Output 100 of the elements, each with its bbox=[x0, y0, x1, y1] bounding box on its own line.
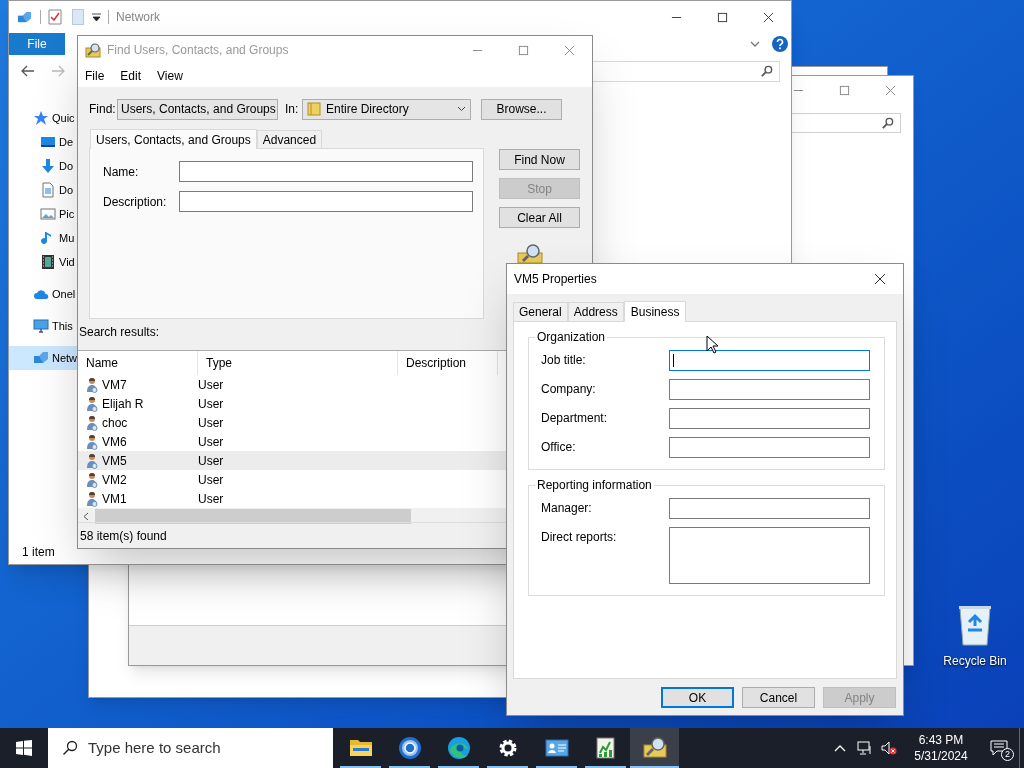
user-icon bbox=[86, 433, 98, 450]
search-folder-icon bbox=[642, 736, 667, 760]
text-field[interactable] bbox=[669, 498, 870, 519]
chevron-down-icon bbox=[457, 106, 466, 112]
column-header[interactable]: Name bbox=[78, 351, 198, 375]
cell-text: User bbox=[198, 376, 225, 394]
close-icon bbox=[884, 84, 896, 96]
windows-logo-icon bbox=[16, 740, 32, 756]
user-icon bbox=[86, 395, 98, 412]
chat-bubble-icon bbox=[990, 740, 1008, 756]
user-icon bbox=[86, 376, 98, 393]
taskbar-button[interactable] bbox=[630, 728, 679, 768]
text-area[interactable] bbox=[669, 527, 870, 584]
back-arrow-icon[interactable] bbox=[21, 65, 35, 77]
dropdown-icon[interactable] bbox=[92, 12, 101, 22]
sidebar-item[interactable]: Mu bbox=[9, 226, 78, 250]
user-icon bbox=[86, 414, 98, 431]
scrollbar-thumb[interactable] bbox=[95, 509, 411, 524]
text-field[interactable] bbox=[669, 379, 870, 400]
sidebar-item[interactable]: Netw bbox=[9, 346, 78, 370]
column-header[interactable]: Type bbox=[198, 351, 398, 375]
menu-item[interactable]: View bbox=[156, 66, 184, 85]
text-field[interactable] bbox=[669, 437, 870, 458]
videos-icon bbox=[40, 254, 56, 270]
browse-button[interactable]: Browse... bbox=[481, 98, 562, 120]
action-button[interactable]: Find Now bbox=[499, 149, 580, 170]
file-tab[interactable]: File bbox=[9, 33, 65, 55]
cell-text: VM2 bbox=[102, 471, 127, 489]
sidebar-item[interactable]: Pic bbox=[9, 202, 78, 226]
dialog-button[interactable]: Cancel bbox=[742, 687, 815, 708]
text-field[interactable] bbox=[669, 350, 870, 371]
close-icon bbox=[563, 44, 575, 56]
properties-icon[interactable] bbox=[48, 9, 62, 25]
find-dropdown[interactable]: Users, Contacts, and Groups bbox=[117, 98, 278, 120]
menu-item[interactable]: Edit bbox=[119, 66, 143, 85]
dialog-button[interactable]: OK bbox=[661, 687, 734, 708]
text-field[interactable] bbox=[179, 191, 473, 212]
maximize-icon bbox=[838, 84, 850, 96]
sidebar-item[interactable]: Do bbox=[9, 154, 78, 178]
browser-icon bbox=[446, 736, 471, 760]
notepad-icon bbox=[593, 736, 618, 760]
clock[interactable]: 6:43 PM 5/31/2024 bbox=[903, 732, 979, 764]
notification-badge: 2 bbox=[1001, 748, 1014, 761]
user-icon bbox=[86, 471, 98, 488]
pc-icon bbox=[33, 318, 49, 334]
cell-text: User bbox=[198, 452, 225, 470]
search-field[interactable] bbox=[791, 113, 901, 133]
search-icon bbox=[62, 740, 78, 756]
cell-text: User bbox=[198, 490, 225, 508]
muted-speaker-icon[interactable] bbox=[881, 740, 897, 756]
sidebar-item[interactable]: Quic bbox=[9, 106, 78, 130]
field-label: Manager: bbox=[541, 500, 593, 517]
search-field[interactable]: Type here to search bbox=[48, 728, 333, 768]
tab[interactable]: Address bbox=[567, 302, 624, 321]
action-button: Stop bbox=[499, 178, 580, 199]
close-icon bbox=[762, 11, 774, 23]
menu-item[interactable]: File bbox=[84, 66, 106, 85]
action-button[interactable]: Clear All bbox=[499, 207, 580, 228]
tab[interactable]: Advanced bbox=[256, 130, 323, 148]
sidebar-item[interactable]: De bbox=[9, 130, 78, 154]
directory-icon bbox=[307, 102, 321, 116]
sidebar-item[interactable]: Vid bbox=[9, 250, 78, 274]
sidebar-item[interactable]: Onel bbox=[9, 282, 78, 306]
tab[interactable]: General bbox=[513, 302, 568, 321]
search-field[interactable] bbox=[590, 60, 780, 82]
help-icon[interactable] bbox=[772, 36, 788, 52]
search-folder-icon bbox=[85, 42, 101, 58]
field-label: Description: bbox=[103, 193, 168, 211]
find-label: Find: bbox=[89, 101, 117, 118]
cell-text: Elijah R bbox=[102, 395, 144, 413]
text-field[interactable] bbox=[179, 161, 473, 182]
text-field[interactable] bbox=[669, 408, 870, 429]
chevron-down-icon[interactable] bbox=[750, 40, 760, 48]
pictures-icon bbox=[40, 206, 56, 222]
network-icon[interactable] bbox=[857, 740, 873, 756]
cell-text: choc bbox=[102, 414, 128, 432]
field-label: Name: bbox=[103, 163, 140, 181]
maximize-icon bbox=[517, 44, 529, 56]
cell-text: VM1 bbox=[102, 490, 127, 508]
field-label: Company: bbox=[541, 381, 597, 398]
browser-icon bbox=[397, 736, 422, 760]
user-icon bbox=[86, 490, 98, 507]
network-icon bbox=[33, 350, 49, 366]
tab[interactable]: Business bbox=[623, 301, 687, 322]
group-title: Organization bbox=[535, 330, 608, 344]
search-icon bbox=[881, 116, 894, 130]
column-header[interactable]: Description bbox=[398, 351, 498, 375]
window-title: VM5 Properties bbox=[514, 271, 597, 288]
icon-label[interactable]: Recycle Bin bbox=[943, 652, 1007, 670]
notification-button[interactable]: 2 bbox=[979, 728, 1019, 768]
tab[interactable]: Users, Contacts, and Groups bbox=[90, 129, 257, 149]
group-title: Reporting information bbox=[535, 478, 654, 492]
chevron-up-icon[interactable] bbox=[834, 744, 846, 752]
sidebar-item[interactable]: This bbox=[9, 314, 78, 338]
sidebar-item[interactable]: Do bbox=[9, 178, 78, 202]
close-icon bbox=[874, 273, 886, 285]
field-label: Job title: bbox=[541, 352, 587, 369]
search-placeholder: Type here to search bbox=[88, 737, 221, 758]
directory-dropdown[interactable]: Entire Directory bbox=[302, 98, 471, 120]
cell-text: User bbox=[198, 414, 225, 432]
